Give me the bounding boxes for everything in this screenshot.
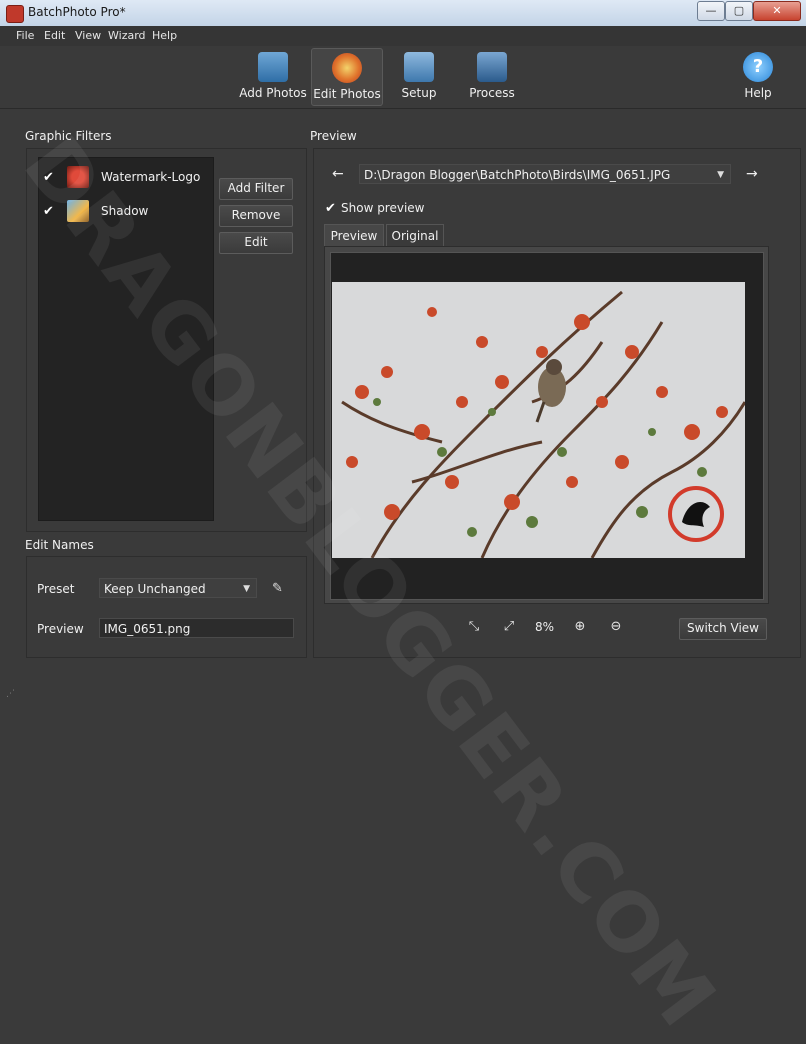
- chevron-down-icon: ▼: [717, 170, 724, 180]
- preview-title: Preview: [310, 129, 357, 143]
- pencil-icon[interactable]: ✎: [272, 581, 283, 596]
- setup-label: Setup: [401, 86, 437, 100]
- menu-view[interactable]: View: [75, 29, 101, 42]
- process-icon: [477, 52, 507, 82]
- preview-name-value: IMG_0651.png: [104, 622, 191, 636]
- app-icon: [6, 5, 24, 23]
- actual-size-icon[interactable]: ⤢: [502, 620, 516, 634]
- preset-label: Preset: [37, 582, 75, 596]
- menu-bar: File Edit View Wizard Help: [0, 26, 806, 46]
- menu-wizard[interactable]: Wizard: [108, 29, 146, 42]
- arrow-right-icon[interactable]: →: [746, 166, 758, 182]
- help-icon: ?: [743, 52, 773, 82]
- show-preview-label[interactable]: Show preview: [341, 201, 425, 215]
- edit-photos-label: Edit Photos: [313, 87, 381, 101]
- edit-names-panel: [26, 556, 307, 658]
- chevron-down-icon: ▼: [243, 584, 250, 594]
- remove-filter-button[interactable]: Remove: [219, 205, 293, 227]
- preset-select[interactable]: Keep Unchanged ▼: [99, 578, 257, 598]
- fit-to-window-icon[interactable]: ⤡: [467, 620, 481, 634]
- tab-original[interactable]: Original: [386, 224, 444, 247]
- close-button[interactable]: ✕: [753, 1, 801, 21]
- help-button[interactable]: ? Help: [723, 48, 793, 104]
- window-title: BatchPhoto Pro*: [28, 5, 126, 19]
- palette-edit-icon: [332, 53, 362, 83]
- process-button[interactable]: Process: [457, 48, 527, 104]
- main-toolbar: Add Photos Edit Photos Setup Process ? H…: [0, 46, 806, 109]
- resize-grip-icon[interactable]: ⋰: [6, 689, 15, 699]
- zoom-level: 8%: [535, 620, 555, 634]
- menu-file[interactable]: File: [16, 29, 34, 42]
- add-filter-button[interactable]: Add Filter: [219, 178, 293, 200]
- camera-gear-icon: [404, 52, 434, 82]
- path-value: D:\Dragon Blogger\BatchPhoto\Birds\IMG_0…: [364, 168, 671, 182]
- switch-view-button[interactable]: Switch View: [679, 618, 767, 640]
- edit-photos-button[interactable]: Edit Photos: [311, 48, 383, 106]
- setup-button[interactable]: Setup: [384, 48, 454, 104]
- add-photos-label: Add Photos: [239, 86, 307, 100]
- menu-help[interactable]: Help: [152, 29, 177, 42]
- edit-names-title: Edit Names: [25, 538, 94, 552]
- preset-value: Keep Unchanged: [104, 582, 206, 596]
- process-label: Process: [469, 86, 515, 100]
- add-photos-button[interactable]: Add Photos: [238, 48, 308, 104]
- preview-name-label: Preview: [37, 622, 84, 636]
- preview-image: [332, 282, 745, 558]
- help-label: Help: [744, 86, 772, 100]
- path-select[interactable]: D:\Dragon Blogger\BatchPhoto\Birds\IMG_0…: [359, 164, 731, 184]
- maximize-button[interactable]: ▢: [725, 1, 753, 21]
- arrow-left-icon[interactable]: ←: [332, 166, 344, 182]
- menu-edit[interactable]: Edit: [44, 29, 65, 42]
- zoom-in-icon[interactable]: ⊕: [573, 620, 587, 634]
- title-bar: BatchPhoto Pro* — ▢ ✕: [0, 0, 806, 27]
- camera-add-icon: [258, 52, 288, 82]
- tab-preview[interactable]: Preview: [324, 224, 384, 247]
- minimize-button[interactable]: —: [697, 1, 725, 21]
- show-preview-checkbox[interactable]: ✔: [325, 201, 339, 216]
- zoom-out-icon[interactable]: ⊖: [609, 620, 623, 634]
- preview-name-field: IMG_0651.png: [99, 618, 294, 638]
- edit-filter-button[interactable]: Edit: [219, 232, 293, 254]
